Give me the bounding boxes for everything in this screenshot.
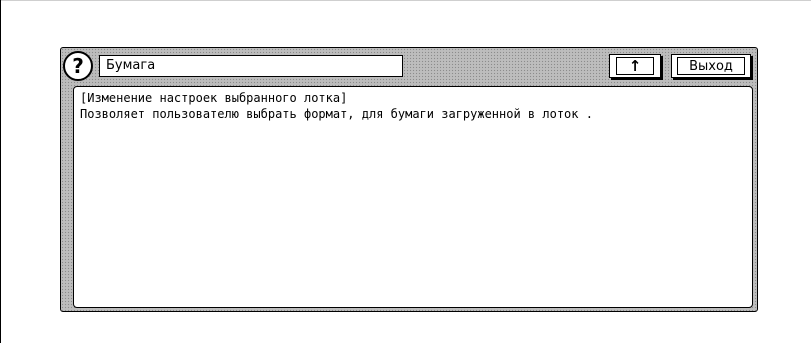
help-panel: ? Бумага ↑ Выход [Изменение настроек выб… [60,47,758,312]
page-border-left [0,0,1,343]
up-arrow-icon: ↑ [616,57,654,75]
help-description: Позволяет пользователю выбрать формат, д… [80,107,593,121]
help-icon[interactable]: ? [63,51,93,81]
help-mark: ? [72,53,84,78]
help-content: [Изменение настроек выбранного лотка] По… [73,86,753,308]
panel-title: Бумага [99,55,403,77]
exit-button[interactable]: Выход [671,54,751,78]
page-border-top [0,0,811,1]
help-heading: [Изменение настроек выбранного лотка] [80,91,348,105]
exit-button-label: Выход [677,57,745,75]
back-button[interactable]: ↑ [609,54,661,78]
